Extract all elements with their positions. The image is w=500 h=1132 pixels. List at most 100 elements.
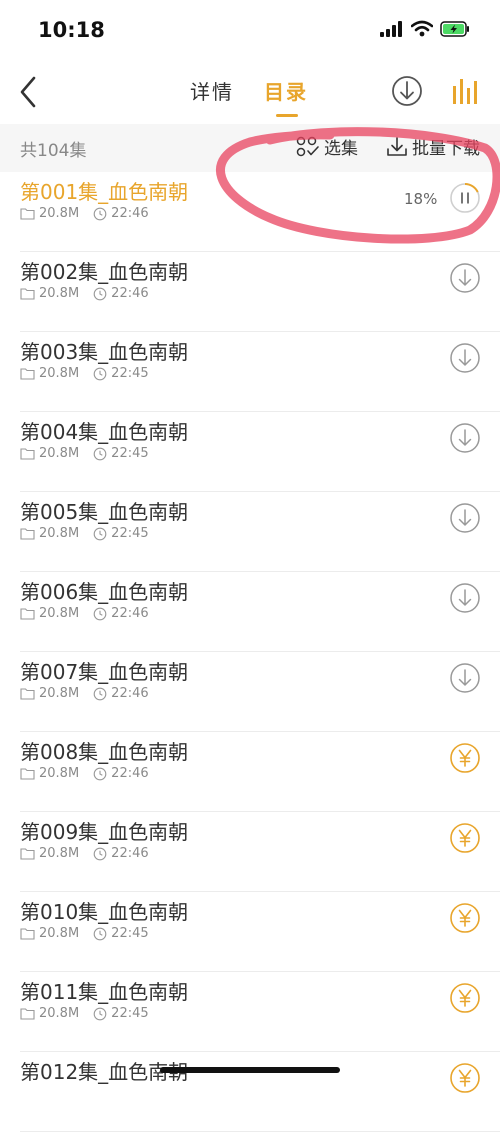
- folder-icon: [20, 368, 35, 380]
- clock-icon: [93, 927, 107, 940]
- list-item[interactable]: 第010集_血色南朝 20.8M 22:45: [0, 892, 500, 972]
- episode-title: 第008集_血色南朝: [20, 740, 189, 764]
- list-item[interactable]: 第006集_血色南朝 20.8M 22:46: [0, 572, 500, 652]
- episode-title: 第003集_血色南朝: [20, 340, 189, 364]
- episode-meta: 20.8M 22:45: [20, 926, 149, 941]
- download-button[interactable]: [449, 582, 481, 614]
- episode-meta: 20.8M 22:45: [20, 1006, 149, 1021]
- back-button[interactable]: [14, 72, 46, 112]
- purchase-button[interactable]: [449, 1062, 481, 1094]
- episode-size: 20.8M: [39, 1006, 80, 1021]
- select-episodes-label: 选集: [324, 139, 358, 159]
- active-tab-indicator: [276, 114, 298, 117]
- clock-icon: [93, 1007, 107, 1020]
- download-percent: 18%: [404, 190, 438, 208]
- folder-icon: [20, 768, 35, 780]
- tab-catalog[interactable]: 目录: [264, 76, 308, 105]
- select-episodes-button[interactable]: 选集: [296, 134, 358, 159]
- clock-icon: [93, 767, 107, 780]
- episode-duration: 22:45: [111, 1006, 149, 1021]
- episode-meta: 20.8M 22:46: [20, 686, 149, 701]
- episode-title: 第009集_血色南朝: [20, 820, 189, 844]
- download-button[interactable]: [449, 422, 481, 454]
- list-item[interactable]: 第005集_血色南朝 20.8M 22:45: [0, 492, 500, 572]
- status-time: 10:18: [38, 18, 105, 42]
- episode-duration: 22:45: [111, 366, 149, 381]
- clock-icon: [93, 847, 107, 860]
- purchase-button[interactable]: [449, 902, 481, 934]
- episode-title: 第001集_血色南朝: [20, 180, 189, 204]
- episode-size: 20.8M: [39, 366, 80, 381]
- list-item[interactable]: 第004集_血色南朝 20.8M 22:45: [0, 412, 500, 492]
- episode-duration: 22:45: [111, 446, 149, 461]
- purchase-button[interactable]: [449, 822, 481, 854]
- episode-meta: 20.8M 22:45: [20, 366, 149, 381]
- list-item[interactable]: 第012集_血色南朝: [0, 1052, 500, 1132]
- episode-duration: 22:46: [111, 846, 149, 861]
- folder-icon: [20, 288, 35, 300]
- clock-icon: [93, 607, 107, 620]
- chevron-left-icon: [20, 76, 36, 108]
- clock-icon: [93, 527, 107, 540]
- download-button[interactable]: [449, 342, 481, 374]
- list-item[interactable]: 第009集_血色南朝 20.8M 22:46: [0, 812, 500, 892]
- episode-meta: 20.8M 22:46: [20, 606, 149, 621]
- folder-icon: [20, 448, 35, 460]
- folder-icon: [20, 688, 35, 700]
- episode-size: 20.8M: [39, 286, 80, 301]
- episode-size: 20.8M: [39, 926, 80, 941]
- folder-icon: [20, 928, 35, 940]
- episode-duration: 22:46: [111, 766, 149, 781]
- episode-title: 第007集_血色南朝: [20, 660, 189, 684]
- folder-icon: [20, 848, 35, 860]
- list-item[interactable]: 第003集_血色南朝 20.8M 22:45: [0, 332, 500, 412]
- episode-duration: 22:46: [111, 206, 149, 221]
- list-item[interactable]: 第001集_血色南朝 20.8M 22:46 18%: [0, 172, 500, 252]
- episode-size: 20.8M: [39, 526, 80, 541]
- list-item[interactable]: 第008集_血色南朝 20.8M 22:46: [0, 732, 500, 812]
- folder-icon: [20, 208, 35, 220]
- now-playing-button[interactable]: [450, 76, 482, 110]
- download-manager-button[interactable]: [390, 74, 424, 112]
- list-item[interactable]: 第011集_血色南朝 20.8M 22:45: [0, 972, 500, 1052]
- episode-meta: 20.8M 22:46: [20, 286, 149, 301]
- episode-size: 20.8M: [39, 846, 80, 861]
- episode-size: 20.8M: [39, 446, 80, 461]
- tab-details[interactable]: 详情: [190, 76, 234, 105]
- episode-meta: 20.8M 22:45: [20, 446, 149, 461]
- batch-download-button[interactable]: 批量下载: [386, 134, 480, 159]
- episode-title: 第011集_血色南朝: [20, 980, 189, 1004]
- equalizer-icon: [453, 79, 477, 104]
- folder-icon: [20, 608, 35, 620]
- list-item[interactable]: 第002集_血色南朝 20.8M 22:46: [0, 252, 500, 332]
- clock-icon: [93, 367, 107, 380]
- status-icons: [380, 20, 470, 37]
- download-circle-icon: [392, 76, 422, 106]
- episode-size: 20.8M: [39, 686, 80, 701]
- batch-download-label: 批量下载: [412, 139, 480, 159]
- clock-icon: [93, 207, 107, 220]
- episode-size: 20.8M: [39, 206, 80, 221]
- episode-title: 第006集_血色南朝: [20, 580, 189, 604]
- episode-title: 第002集_血色南朝: [20, 260, 189, 284]
- episode-duration: 22:46: [111, 606, 149, 621]
- clock-icon: [93, 287, 107, 300]
- purchase-button[interactable]: [449, 982, 481, 1014]
- clock-icon: [93, 447, 107, 460]
- purchase-button[interactable]: [449, 742, 481, 774]
- status-bar: 10:18: [0, 0, 500, 60]
- download-button[interactable]: [449, 502, 481, 534]
- select-grid-icon: [296, 136, 319, 156]
- episode-meta: 20.8M 22:45: [20, 526, 149, 541]
- nav-bar: 详情 目录: [0, 60, 500, 124]
- download-button[interactable]: [449, 662, 481, 694]
- episode-duration: 22:45: [111, 926, 149, 941]
- download-button[interactable]: [449, 262, 481, 294]
- episode-size: 20.8M: [39, 766, 80, 781]
- list-item[interactable]: 第007集_血色南朝 20.8M 22:46: [0, 652, 500, 732]
- wifi-icon: [411, 20, 433, 37]
- episode-title: 第005集_血色南朝: [20, 500, 189, 524]
- folder-icon: [20, 528, 35, 540]
- pause-download-button[interactable]: [449, 182, 481, 214]
- signal-icon: [380, 20, 402, 37]
